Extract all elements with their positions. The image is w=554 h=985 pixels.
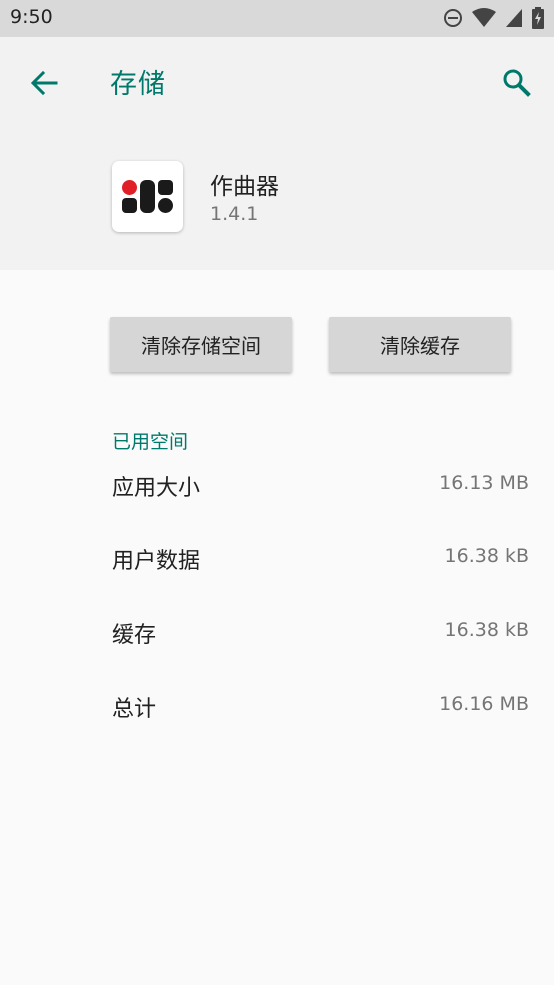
clear-storage-button[interactable]: 清除存储空间 (110, 317, 292, 372)
status-bar: 9:50 (0, 0, 554, 37)
clear-cache-button[interactable]: 清除缓存 (329, 317, 511, 372)
row-label: 应用大小 (112, 476, 201, 501)
cell-signal-icon (506, 9, 522, 27)
row-label: 总计 (112, 697, 157, 722)
row-label: 用户数据 (112, 549, 201, 574)
app-icon (112, 161, 183, 232)
app-version: 1.4.1 (210, 203, 259, 225)
row-label: 缓存 (112, 623, 157, 648)
usage-row-cache: 缓存 16.38 kB (112, 617, 529, 657)
app-header: 存储 作曲器 1.4.1 (0, 37, 554, 270)
do-not-disturb-icon (444, 9, 462, 27)
app-name: 作曲器 (210, 174, 279, 200)
row-value: 16.16 MB (439, 693, 529, 715)
back-button[interactable] (24, 63, 64, 103)
arrow-left-icon (30, 70, 58, 96)
search-icon (503, 69, 531, 97)
search-button[interactable] (496, 62, 536, 102)
usage-row-user-data: 用户数据 16.38 kB (112, 543, 529, 583)
row-value: 16.38 kB (444, 619, 529, 641)
wifi-icon (472, 8, 496, 27)
battery-charging-icon (532, 7, 544, 29)
status-icons (443, 7, 544, 29)
status-time: 9:50 (10, 6, 53, 28)
page-title: 存储 (110, 69, 166, 100)
row-value: 16.38 kB (444, 545, 529, 567)
composer-logo-icon (122, 180, 173, 213)
usage-row-total: 总计 16.16 MB (112, 691, 529, 731)
row-value: 16.13 MB (439, 472, 529, 494)
usage-row-app-size: 应用大小 16.13 MB (112, 470, 529, 510)
section-title-used-space: 已用空间 (112, 431, 189, 453)
